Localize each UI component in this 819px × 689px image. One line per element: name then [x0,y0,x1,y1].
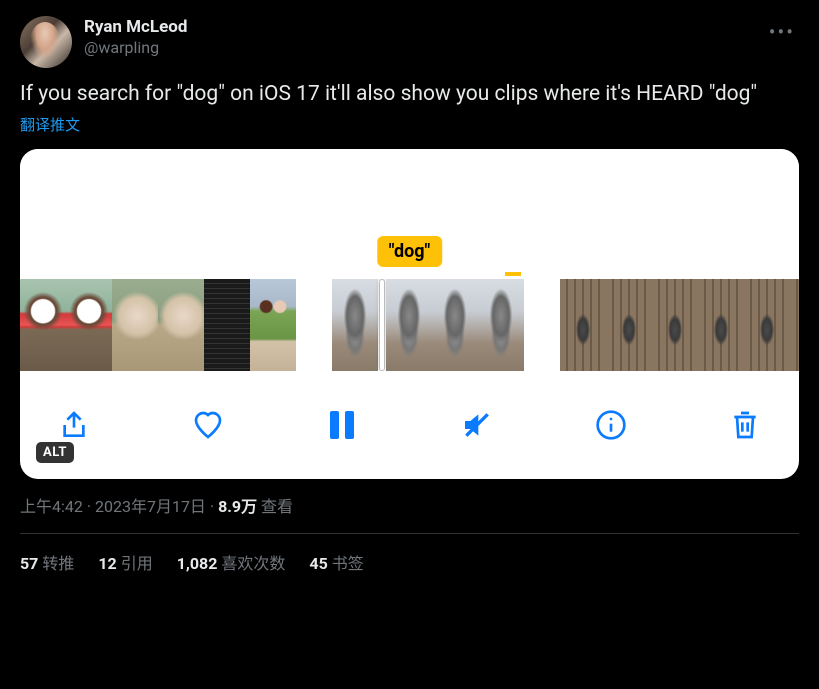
bookmarks-count: 45 [309,554,327,573]
clip-frame [20,279,66,371]
media-action-bar [20,371,799,479]
tweet-meta: 上午4:42 · 2023年7月17日 · 8.9万 查看 [20,493,799,517]
user-info[interactable]: Ryan McLeod @warpling [84,16,765,59]
clip-group-3[interactable] [560,279,799,371]
clip-frame [606,279,652,371]
quotes-stat[interactable]: 12 引用 [98,550,152,574]
audio-marker [505,272,521,276]
clip-frame [112,279,158,371]
retweets-label: 转推 [42,554,74,573]
clip-frame [432,279,478,371]
views-count: 8.9万 [218,497,257,516]
views-label: 查看 [261,497,293,516]
user-handle: @warpling [84,38,765,59]
stats-row: 57转推 12 引用 1,082喜欢次数 45 书签 [20,534,799,590]
info-icon[interactable] [595,409,627,441]
display-name: Ryan McLeod [84,16,765,38]
tweet-text: If you search for "dog" on iOS 17 it'll … [20,80,799,108]
clip-frame [332,279,378,371]
clip-frame [386,279,432,371]
tweet-header: Ryan McLeod @warpling ••• [20,16,799,68]
likes-label: 喜欢次数 [221,554,285,573]
alt-badge[interactable]: ALT [36,442,74,463]
translate-link[interactable]: 翻译推文 [20,114,80,135]
clip-frame [790,279,799,371]
clip-frame [204,279,250,371]
video-timeline[interactable] [20,279,799,371]
clip-frame [698,279,744,371]
playhead[interactable] [379,279,385,371]
heart-icon[interactable] [192,409,224,441]
retweets-count: 57 [20,554,38,573]
likes-count: 1,082 [177,554,218,573]
tweet-time[interactable]: 上午4:42 [20,497,83,516]
bookmarks-label: 书签 [332,554,364,573]
clip-group-2[interactable] [332,279,524,371]
media-card[interactable]: "dog" [20,149,799,479]
clip-frame [158,279,204,371]
clip-frame [250,279,296,371]
pause-icon[interactable] [326,409,358,441]
search-tooltip: "dog" [377,236,443,267]
more-button[interactable]: ••• [765,16,799,48]
media-top: "dog" [20,149,799,279]
tweet-container: Ryan McLeod @warpling ••• If you search … [0,0,819,590]
clip-frame [652,279,698,371]
clip-frame [66,279,112,371]
clip-frame [744,279,790,371]
quotes-count: 12 [98,554,116,573]
likes-stat[interactable]: 1,082喜欢次数 [177,550,286,574]
share-icon[interactable] [58,409,90,441]
clip-frame [478,279,524,371]
tweet-date[interactable]: 2023年7月17日 [95,497,206,516]
clip-group-1[interactable] [20,279,296,371]
quotes-label: 引用 [121,554,153,573]
clip-frame [560,279,606,371]
retweets-stat[interactable]: 57转推 [20,550,74,574]
mute-icon[interactable] [461,409,493,441]
bookmarks-stat[interactable]: 45 书签 [309,550,363,574]
avatar[interactable] [20,16,72,68]
trash-icon[interactable] [729,409,761,441]
